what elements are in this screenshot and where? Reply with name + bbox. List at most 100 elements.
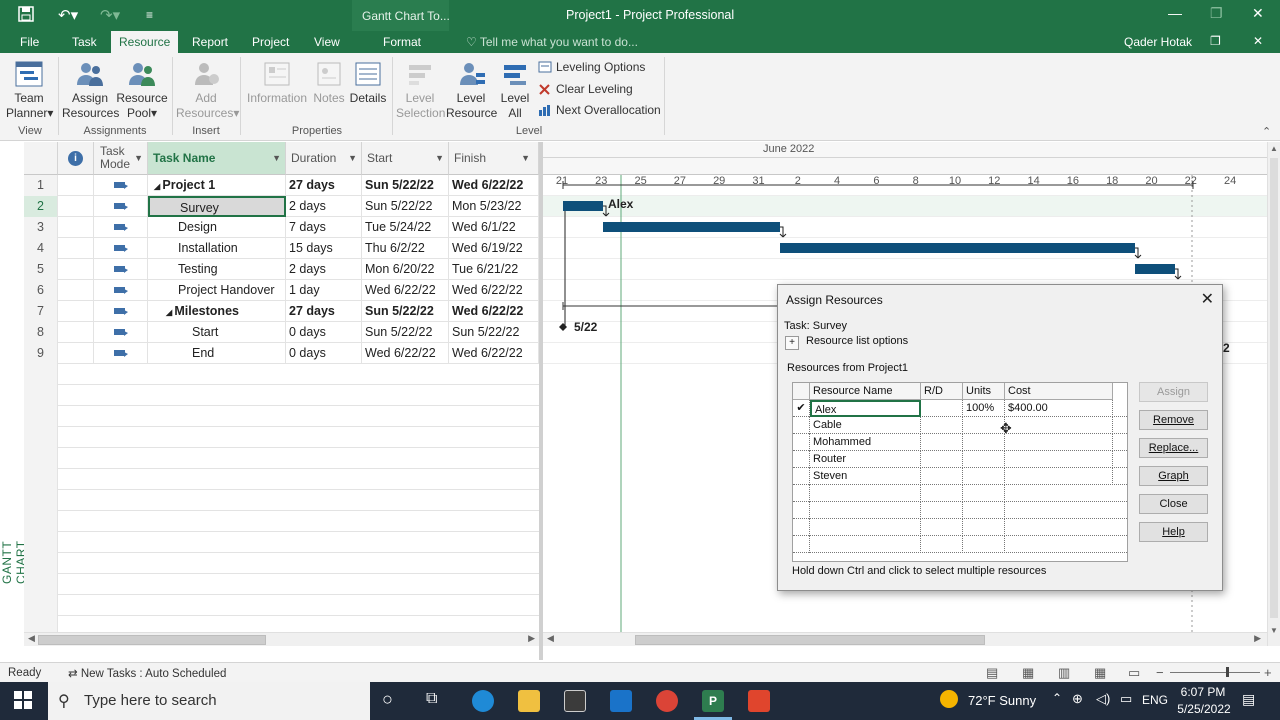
task-name-cell[interactable]: Survey xyxy=(148,196,286,217)
units-cell[interactable] xyxy=(963,468,1005,485)
weather-icon[interactable] xyxy=(940,690,958,708)
start-cell[interactable]: Sun 5/22/22 xyxy=(362,301,449,322)
zoom-out-icon[interactable]: − xyxy=(1156,665,1164,680)
resource-name-cell[interactable]: Cable xyxy=(810,417,921,434)
row-number[interactable]: 3 xyxy=(24,217,58,238)
row-number[interactable] xyxy=(24,364,58,385)
zoom-slider[interactable] xyxy=(1170,672,1260,673)
edge-icon[interactable] xyxy=(472,690,494,712)
milestone-start[interactable] xyxy=(559,323,567,331)
assign-resources-button[interactable]: Assign Resources xyxy=(62,59,119,121)
start-cell[interactable]: Sun 5/22/22 xyxy=(362,175,449,196)
table-row[interactable]: 7 ◢ Milestones 27 days Sun 5/22/22 Wed 6… xyxy=(24,301,539,322)
duration-cell[interactable]: 0 days xyxy=(286,343,362,364)
row-number[interactable]: 9 xyxy=(24,343,58,364)
empty-row[interactable] xyxy=(24,448,539,469)
task-bar-design[interactable] xyxy=(603,222,780,232)
scroll-up-icon[interactable]: ▲ xyxy=(1270,144,1278,153)
filter-dropdown-icon[interactable]: ▼ xyxy=(521,153,530,163)
windows-start-icon[interactable] xyxy=(14,691,32,712)
task-name-cell[interactable]: Testing xyxy=(148,259,286,280)
duration-cell[interactable]: 2 days xyxy=(286,259,362,280)
start-cell[interactable]: Wed 6/22/22 xyxy=(362,280,449,301)
units-cell[interactable] xyxy=(963,451,1005,468)
tab-report[interactable]: Report xyxy=(192,35,228,49)
header-start[interactable]: Start ▼ xyxy=(362,142,449,175)
task-name-cell[interactable]: Design xyxy=(148,217,286,238)
units-cell[interactable]: 100% xyxy=(963,400,1005,417)
start-cell[interactable]: Tue 5/24/22 xyxy=(362,217,449,238)
empty-row[interactable] xyxy=(24,406,539,427)
task-mode-cell[interactable] xyxy=(94,238,148,259)
level-all-button[interactable]: Level All xyxy=(496,59,534,121)
duration-cell[interactable]: 0 days xyxy=(286,322,362,343)
empty-row[interactable] xyxy=(24,532,539,553)
units-cell[interactable] xyxy=(963,434,1005,451)
empty-resource-row[interactable] xyxy=(793,502,1127,519)
header-task-mode[interactable]: Task Mode ▼ xyxy=(94,142,148,175)
empty-resource-row[interactable] xyxy=(793,519,1127,536)
network-icon[interactable]: ⊕ xyxy=(1072,691,1083,707)
task-mode-cell[interactable] xyxy=(94,175,148,196)
duration-cell[interactable]: 1 day xyxy=(286,280,362,301)
tab-view[interactable]: View xyxy=(314,35,340,49)
table-row[interactable]: 5 Testing 2 days Mon 6/20/22 Tue 6/21/22 xyxy=(24,259,539,280)
mail-icon[interactable] xyxy=(610,690,632,712)
col-header-rd[interactable]: R/D xyxy=(921,383,963,400)
dialog-close-icon[interactable]: ✕ xyxy=(1201,289,1214,309)
customize-qat-icon[interactable]: ≡ xyxy=(146,8,153,22)
header-indicators[interactable]: i xyxy=(58,142,94,175)
table-row[interactable]: 3 Design 7 days Tue 5/24/22 Wed 6/1/22 xyxy=(24,217,539,238)
tab-resource[interactable]: Resource xyxy=(111,31,179,53)
tray-chevron-icon[interactable]: ⌃ xyxy=(1052,691,1062,705)
chrome-icon[interactable] xyxy=(656,690,678,712)
empty-resource-row[interactable] xyxy=(793,485,1127,502)
col-header-cost[interactable]: Cost xyxy=(1005,383,1113,400)
undo-icon[interactable]: ↶▾ xyxy=(58,6,78,24)
row-number[interactable] xyxy=(24,385,58,406)
resource-row[interactable]: Mohammed xyxy=(793,434,1127,451)
close-doc-icon[interactable]: ✕ xyxy=(1253,34,1263,48)
duration-cell[interactable]: 15 days xyxy=(286,238,362,259)
empty-row[interactable] xyxy=(24,574,539,595)
task-name-cell[interactable]: ◢ Milestones xyxy=(148,301,286,322)
notifications-icon[interactable]: ▤ xyxy=(1242,691,1255,708)
scroll-thumb[interactable] xyxy=(635,635,985,645)
clock-time[interactable]: 6:07 PM xyxy=(1178,685,1228,699)
row-number[interactable] xyxy=(24,532,58,553)
resource-name-cell[interactable]: Steven xyxy=(810,468,921,485)
gantt-view-shortcut-icon[interactable]: ▤ xyxy=(986,665,998,681)
duration-cell[interactable]: 7 days xyxy=(286,217,362,238)
resource-row[interactable]: Cable xyxy=(793,417,1127,434)
finish-cell[interactable]: Wed 6/22/22 xyxy=(449,175,539,196)
team-planner-shortcut-icon[interactable]: ▥ xyxy=(1058,665,1070,681)
replace-button[interactable]: Replace... xyxy=(1139,438,1208,458)
empty-row[interactable] xyxy=(24,427,539,448)
task-mode-cell[interactable] xyxy=(94,322,148,343)
level-selection-button[interactable]: Level Selection xyxy=(396,59,445,121)
task-view-icon[interactable]: ⧉ xyxy=(426,690,437,708)
close-button[interactable]: Close xyxy=(1139,494,1208,514)
row-number[interactable] xyxy=(24,511,58,532)
row-number[interactable]: 6 xyxy=(24,280,58,301)
row-number[interactable] xyxy=(24,553,58,574)
minimize-icon[interactable]: — xyxy=(1168,5,1182,21)
table-row[interactable]: 8 Start 0 days Sun 5/22/22 Sun 5/22/22 xyxy=(24,322,539,343)
battery-icon[interactable]: ▭ xyxy=(1120,691,1132,707)
finish-cell[interactable]: Mon 5/23/22 xyxy=(449,196,539,217)
task-mode-cell[interactable] xyxy=(94,217,148,238)
scroll-left-icon[interactable]: ◀ xyxy=(28,633,35,644)
row-number[interactable]: 5 xyxy=(24,259,58,280)
header-task-name[interactable]: Task Name ▼ xyxy=(148,142,286,175)
scroll-thumb[interactable] xyxy=(1270,158,1278,618)
restore-ribbon-icon[interactable]: ❐ xyxy=(1210,34,1221,48)
task-name-cell[interactable]: End xyxy=(148,343,286,364)
units-cell[interactable] xyxy=(963,417,1005,434)
filter-dropdown-icon[interactable]: ▼ xyxy=(134,153,143,163)
finish-cell[interactable]: Tue 6/21/22 xyxy=(449,259,539,280)
save-icon[interactable] xyxy=(18,6,34,26)
row-number[interactable] xyxy=(24,448,58,469)
expand-options-icon[interactable]: + xyxy=(785,336,799,350)
row-number[interactable] xyxy=(24,469,58,490)
resource-name-cell[interactable]: Router xyxy=(810,451,921,468)
